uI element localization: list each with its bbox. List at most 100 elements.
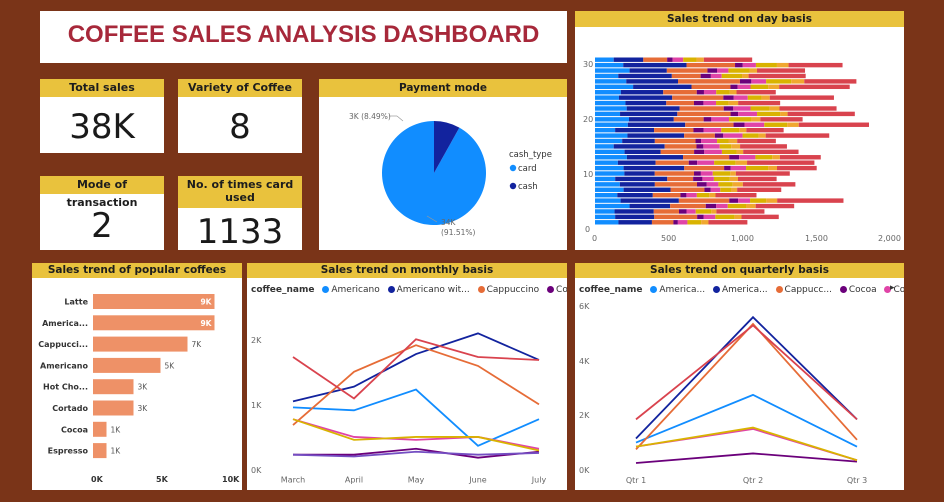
- bar-segment[interactable]: [595, 144, 614, 149]
- bar[interactable]: [93, 421, 107, 437]
- bar-segment[interactable]: [758, 133, 766, 138]
- bar-segment[interactable]: [776, 165, 817, 171]
- bar-segment[interactable]: [595, 117, 630, 122]
- bar-segment[interactable]: [779, 106, 837, 111]
- bar-segment[interactable]: [683, 57, 697, 62]
- bar-segment[interactable]: [719, 144, 732, 149]
- bar-segment[interactable]: [595, 84, 634, 90]
- bar-segment[interactable]: [745, 203, 756, 209]
- bar-segment[interactable]: [791, 79, 805, 84]
- bar-segment[interactable]: [595, 176, 616, 182]
- bar-segment[interactable]: [749, 68, 758, 73]
- bar-segment[interactable]: [654, 214, 698, 220]
- bar-segment[interactable]: [747, 95, 762, 100]
- bar-segment[interactable]: [723, 133, 743, 138]
- bar-segment[interactable]: [776, 62, 789, 68]
- bar-segment[interactable]: [739, 127, 747, 133]
- bar-segment[interactable]: [766, 198, 778, 203]
- bar-segment[interactable]: [666, 100, 694, 106]
- bar-segment[interactable]: [643, 57, 668, 62]
- bar-segment[interactable]: [672, 95, 724, 100]
- bar-segment[interactable]: [614, 209, 654, 214]
- bar-segment[interactable]: [629, 117, 674, 122]
- bar-segment[interactable]: [728, 138, 738, 144]
- bar-segment[interactable]: [595, 79, 627, 84]
- bar-segment[interactable]: [727, 203, 746, 209]
- bar-segment[interactable]: [743, 149, 799, 155]
- bar-segment[interactable]: [715, 214, 735, 220]
- bar-segment[interactable]: [680, 192, 687, 198]
- bar-segment[interactable]: [729, 90, 737, 95]
- bar-segment[interactable]: [624, 149, 661, 155]
- bar-segment[interactable]: [595, 127, 616, 133]
- bar-segment[interactable]: [664, 144, 697, 149]
- bar[interactable]: [93, 294, 215, 309]
- bar-segment[interactable]: [595, 160, 618, 165]
- bar-segment[interactable]: [736, 149, 744, 155]
- bar-segment[interactable]: [618, 73, 672, 79]
- bar-segment[interactable]: [731, 187, 738, 192]
- bar-segment[interactable]: [703, 100, 717, 106]
- bar-segment[interactable]: [703, 117, 712, 122]
- bar-segment[interactable]: [721, 149, 737, 155]
- bar-segment[interactable]: [627, 133, 685, 138]
- bar-segment[interactable]: [780, 111, 788, 117]
- bar-segment[interactable]: [779, 84, 850, 90]
- bar-segment[interactable]: [737, 84, 751, 90]
- series-line[interactable]: [292, 344, 540, 426]
- bar-segment[interactable]: [765, 133, 830, 138]
- bar-segment[interactable]: [733, 106, 751, 111]
- bar[interactable]: [93, 379, 134, 395]
- bar[interactable]: [93, 336, 188, 352]
- bar-segment[interactable]: [672, 57, 684, 62]
- bar-segment[interactable]: [705, 203, 717, 209]
- series-line[interactable]: [635, 452, 858, 464]
- bar-segment[interactable]: [742, 62, 756, 68]
- bar-segment[interactable]: [654, 138, 696, 144]
- bar-segment[interactable]: [717, 68, 729, 73]
- bar-segment[interactable]: [686, 192, 697, 198]
- bar-segment[interactable]: [670, 187, 705, 192]
- bar-segment[interactable]: [716, 203, 728, 209]
- bar-segment[interactable]: [804, 79, 857, 84]
- bar-segment[interactable]: [713, 176, 730, 182]
- bar-segment[interactable]: [729, 176, 738, 182]
- bar[interactable]: [93, 443, 107, 459]
- bar-segment[interactable]: [693, 176, 703, 182]
- bar-segment[interactable]: [695, 138, 702, 144]
- bar-segment[interactable]: [742, 133, 759, 138]
- bar-segment[interactable]: [768, 165, 777, 171]
- bar-segment[interactable]: [697, 182, 707, 187]
- series-line[interactable]: [635, 426, 858, 462]
- bar-segment[interactable]: [750, 106, 770, 111]
- bar-segment[interactable]: [748, 73, 806, 79]
- bar-segment[interactable]: [787, 111, 855, 117]
- bar-segment[interactable]: [660, 149, 695, 155]
- bar-segment[interactable]: [723, 95, 734, 100]
- bar-segment[interactable]: [718, 182, 733, 187]
- bar-segment[interactable]: [595, 182, 620, 187]
- bar-segment[interactable]: [595, 220, 619, 225]
- bar-segment[interactable]: [626, 155, 684, 160]
- bar-segment[interactable]: [663, 90, 697, 95]
- bar-segment[interactable]: [742, 182, 796, 187]
- bar-segment[interactable]: [700, 73, 711, 79]
- bar[interactable]: [93, 400, 134, 416]
- bar-segment[interactable]: [728, 100, 739, 106]
- bar-segment[interactable]: [738, 100, 781, 106]
- bar-segment[interactable]: [704, 187, 711, 192]
- bar-segment[interactable]: [688, 160, 698, 165]
- bar-segment[interactable]: [678, 209, 687, 214]
- bar-segment[interactable]: [595, 187, 624, 192]
- bar-segment[interactable]: [729, 155, 740, 160]
- bar-segment[interactable]: [595, 203, 630, 209]
- bar-segment[interactable]: [724, 165, 731, 171]
- bar-segment[interactable]: [619, 182, 655, 187]
- bar-segment[interactable]: [691, 84, 731, 90]
- bar-segment[interactable]: [711, 209, 717, 214]
- bar-segment[interactable]: [703, 90, 717, 95]
- bar-segment[interactable]: [696, 192, 710, 198]
- bar-segment[interactable]: [703, 144, 720, 149]
- bar-segment[interactable]: [595, 57, 614, 62]
- bar-segment[interactable]: [679, 106, 724, 111]
